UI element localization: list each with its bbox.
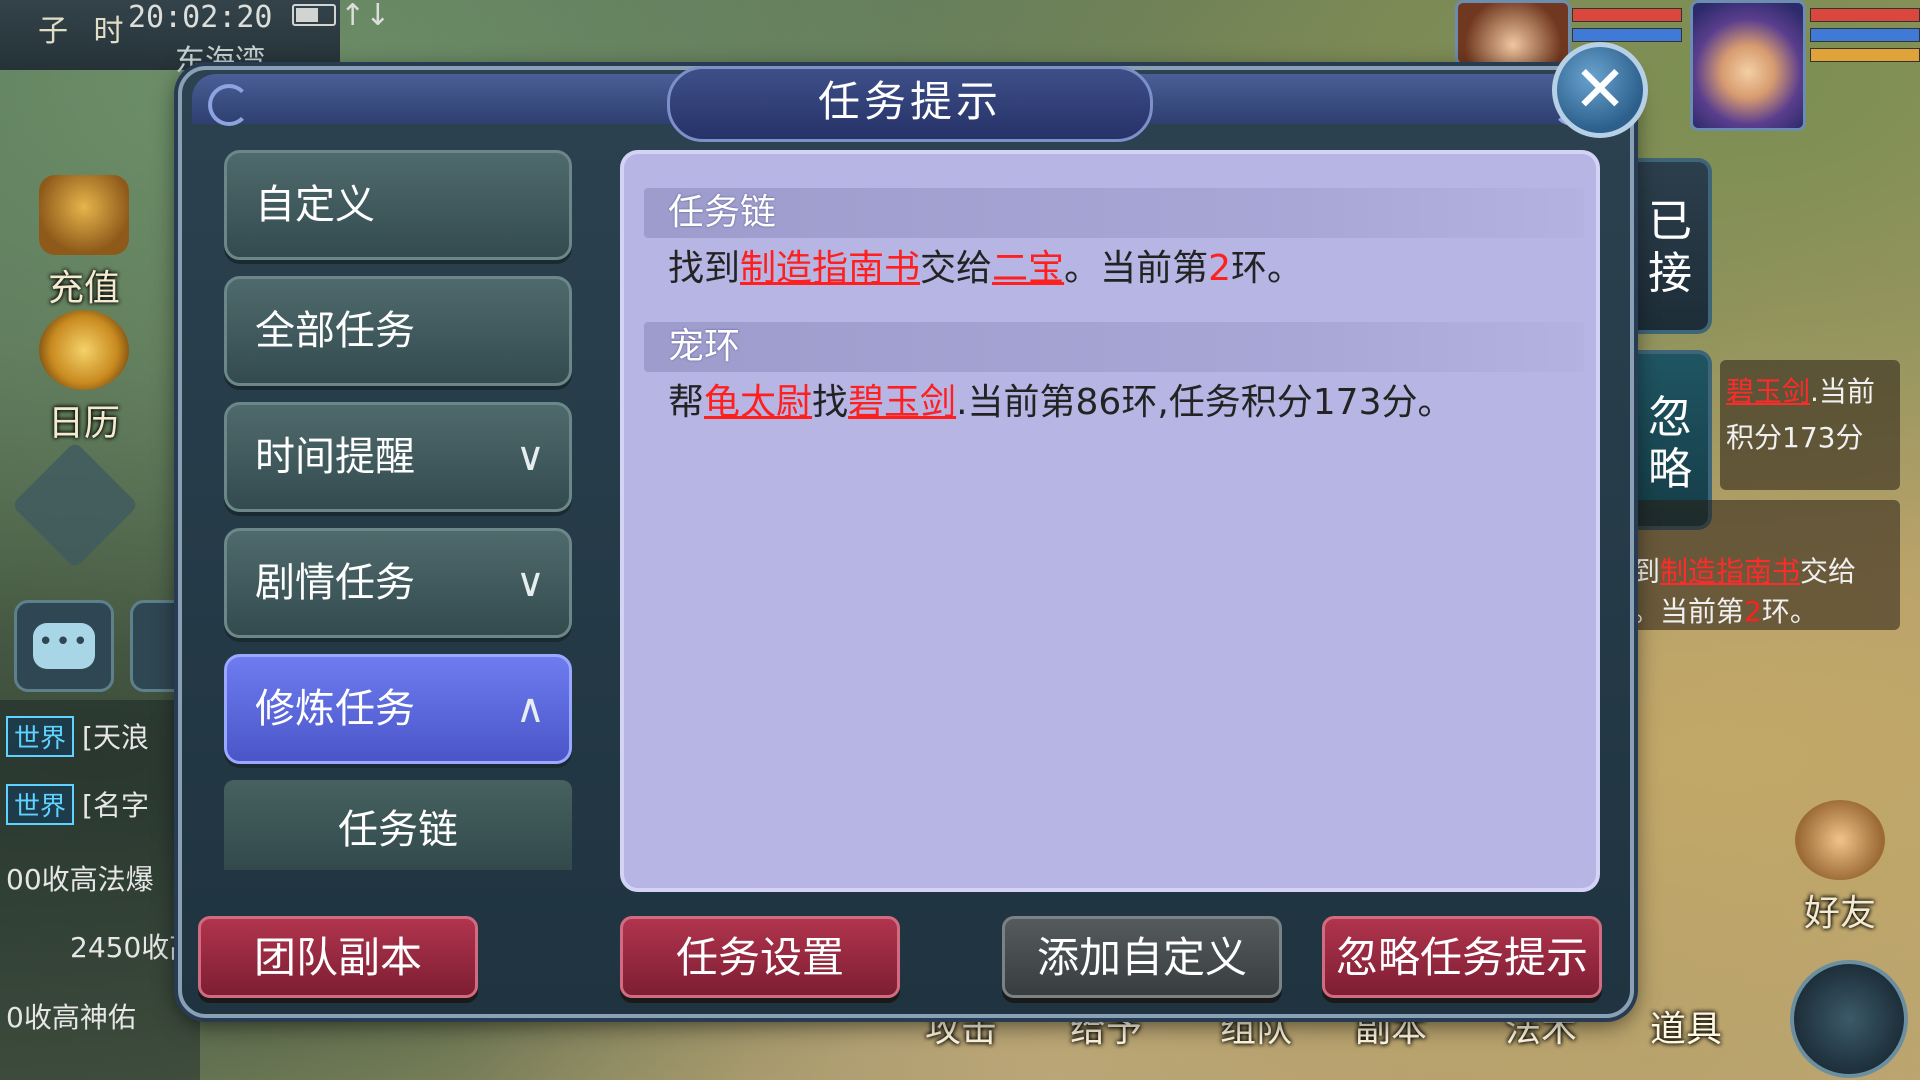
chevron-down-icon: ∨ bbox=[515, 434, 545, 480]
item-link[interactable]: 制造指南书 bbox=[740, 248, 920, 289]
chat-line: 0收高神佑 bbox=[6, 1001, 136, 1034]
chat-bubble-icon: ••• bbox=[33, 623, 95, 669]
menu-item-label: 修炼任务 bbox=[255, 686, 415, 732]
menu-item-label: 自定义 bbox=[255, 182, 375, 228]
dialog-title: 任务提示 bbox=[667, 66, 1153, 142]
time-period-label: 子 时 bbox=[38, 14, 132, 49]
task-category-menu: 自定义 全部任务 时间提醒 ∨ 剧情任务 ∨ 修炼任务 ∧ 任务链 bbox=[224, 150, 572, 870]
chat-area[interactable]: 世界 [天浪 世界 [名字 00收高法爆 2450收高 0收高神佑 bbox=[0, 700, 200, 1080]
player-sp-bar bbox=[1810, 48, 1920, 62]
calendar-label: 日历 bbox=[47, 403, 120, 444]
network-icon: ↑↓ bbox=[340, 0, 391, 33]
clock-panel: 子 时 20:02:20 东海湾 bbox=[0, 0, 340, 79]
submenu-item-task-chain[interactable]: 任务链 bbox=[224, 780, 572, 870]
menu-item-cultivation-tasks[interactable]: 修炼任务 ∧ bbox=[224, 654, 572, 764]
menu-item-all-tasks[interactable]: 全部任务 bbox=[224, 276, 572, 386]
task-description: 帮龟太尉找碧玉剑.当前第86环,任务积分173分。 bbox=[644, 376, 1584, 430]
friends-button[interactable]: 好友 bbox=[1780, 800, 1900, 936]
ring-number: 2 bbox=[1208, 248, 1231, 289]
task-text: 。当前第 bbox=[1064, 248, 1209, 289]
pet-avatar[interactable] bbox=[1455, 0, 1571, 66]
handshake-icon bbox=[1795, 800, 1885, 880]
tab-accepted[interactable]: 已 接 bbox=[1632, 158, 1712, 334]
tab-ignore-char: 略 bbox=[1648, 444, 1692, 495]
menu-item-story-tasks[interactable]: 剧情任务 ∨ bbox=[224, 528, 572, 638]
section-title: 任务链 bbox=[644, 188, 1584, 238]
swirl-ornament-icon bbox=[208, 84, 250, 126]
pet-mp-bar bbox=[1572, 28, 1682, 42]
task-settings-button[interactable]: 任务设置 bbox=[620, 916, 900, 998]
player-hp-bar bbox=[1810, 8, 1920, 22]
clock-time: 20:02:20 bbox=[128, 0, 273, 35]
tracker-number: 2 bbox=[1744, 595, 1762, 628]
task-hint-dialog: 任务提示 ✕ 自定义 全部任务 时间提醒 ∨ 剧情任务 ∨ 修炼任务 ∧ 任务链… bbox=[178, 42, 1648, 1018]
section-title: 宠环 bbox=[644, 322, 1584, 372]
tracker-text: 到 bbox=[1632, 555, 1661, 588]
team-dungeon-button[interactable]: 团队副本 bbox=[198, 916, 478, 998]
chat-text: [天浪 bbox=[82, 721, 149, 754]
chat-button[interactable]: ••• bbox=[14, 600, 114, 692]
calendar-icon bbox=[39, 310, 129, 390]
npc-link[interactable]: 二宝 bbox=[992, 248, 1064, 289]
tracker-text: 交给 bbox=[1800, 555, 1857, 588]
task-section: 任务链 找到制造指南书交给二宝。当前第2环。 bbox=[644, 188, 1584, 296]
battery-icon bbox=[292, 4, 336, 26]
task-description: 找到制造指南书交给二宝。当前第2环。 bbox=[644, 242, 1584, 296]
chat-line: 世界 [名字 bbox=[6, 784, 149, 825]
pet-hp-bar bbox=[1572, 8, 1682, 22]
task-text: 环。 bbox=[1230, 248, 1303, 289]
refresh-icon[interactable] bbox=[1790, 960, 1908, 1078]
task-text: 帮 bbox=[668, 382, 705, 423]
task-text: 找到 bbox=[668, 248, 741, 289]
chat-text: [名字 bbox=[82, 789, 149, 822]
item-link: 碧玉剑 bbox=[1726, 375, 1811, 408]
task-text: 找 bbox=[812, 382, 849, 423]
close-icon: ✕ bbox=[1573, 53, 1627, 127]
tab-ignore-char: 忽 bbox=[1648, 392, 1692, 443]
chevron-up-icon: ∧ bbox=[515, 686, 545, 732]
friends-label: 好友 bbox=[1803, 893, 1876, 934]
tracker-text: 。当前第 bbox=[1632, 595, 1745, 628]
world-channel-tag: 世界 bbox=[6, 716, 75, 757]
chat-line: 00收高法爆 bbox=[6, 863, 154, 896]
chevron-down-icon: ∨ bbox=[515, 560, 545, 606]
task-tracker-entry[interactable]: 到制造指南书交给 。当前第2环。 bbox=[1628, 500, 1900, 630]
tab-accepted-char: 已 bbox=[1648, 196, 1692, 247]
npc-link[interactable]: 龟太尉 bbox=[704, 382, 812, 423]
add-custom-button[interactable]: 添加自定义 bbox=[1002, 916, 1282, 998]
chat-line: 世界 [天浪 bbox=[6, 716, 149, 757]
close-button[interactable]: ✕ bbox=[1552, 42, 1648, 138]
items-button[interactable]: 道具 bbox=[1650, 1000, 1722, 1080]
item-link: 制造指南书 bbox=[1660, 555, 1801, 588]
treasure-chest-icon bbox=[39, 175, 129, 255]
task-text: 交给 bbox=[920, 248, 993, 289]
task-detail-panel: 任务链 找到制造指南书交给二宝。当前第2环。 宠环 帮龟太尉找碧玉剑.当前第86… bbox=[620, 150, 1600, 892]
recharge-button[interactable]: 充值 bbox=[24, 175, 144, 311]
recharge-label: 充值 bbox=[47, 268, 120, 309]
calendar-button[interactable]: 日历 bbox=[24, 310, 144, 446]
task-section: 宠环 帮龟太尉找碧玉剑.当前第86环,任务积分173分。 bbox=[644, 322, 1584, 430]
tracker-text: .当前 bbox=[1810, 375, 1875, 408]
tracker-text: 积分173分 bbox=[1726, 421, 1864, 454]
task-text: .当前第86环,任务积分173分。 bbox=[956, 382, 1454, 423]
world-channel-tag: 世界 bbox=[6, 784, 75, 825]
menu-item-time-reminder[interactable]: 时间提醒 ∨ bbox=[224, 402, 572, 512]
menu-item-label: 时间提醒 bbox=[255, 434, 415, 480]
menu-item-label: 剧情任务 bbox=[255, 560, 415, 606]
player-avatar[interactable] bbox=[1690, 0, 1806, 131]
menu-item-custom[interactable]: 自定义 bbox=[224, 150, 572, 260]
player-mp-bar bbox=[1810, 28, 1920, 42]
task-tracker-entry[interactable]: 碧玉剑.当前 积分173分 bbox=[1720, 360, 1900, 490]
ignore-task-hint-button[interactable]: 忽略任务提示 bbox=[1322, 916, 1602, 998]
item-link[interactable]: 碧玉剑 bbox=[848, 382, 956, 423]
tab-accepted-char: 接 bbox=[1648, 248, 1692, 299]
menu-item-label: 全部任务 bbox=[255, 308, 415, 354]
tracker-text: 环。 bbox=[1761, 595, 1818, 628]
